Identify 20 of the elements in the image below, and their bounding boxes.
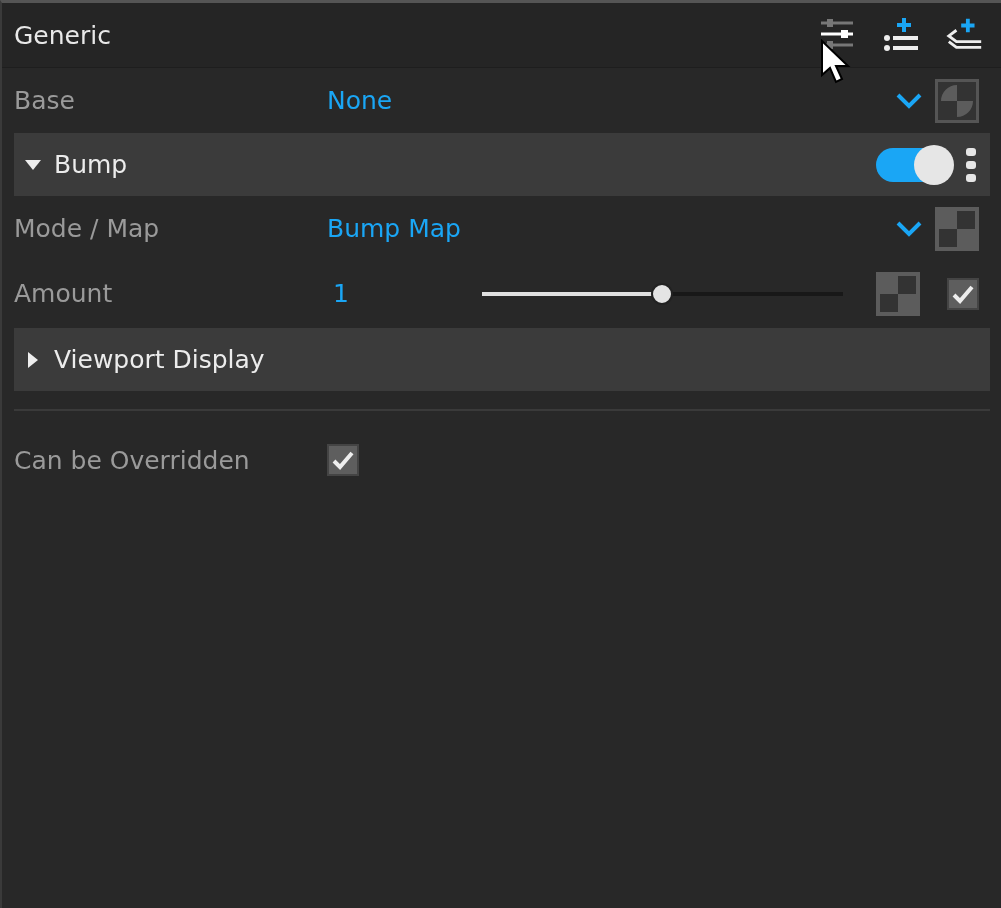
- chevron-down-icon[interactable]: [895, 91, 923, 110]
- panel-title: Generic: [14, 20, 112, 50]
- more-icon[interactable]: [966, 147, 976, 182]
- dropdown-value[interactable]: Bump Map: [327, 214, 895, 243]
- slider-thumb[interactable]: [651, 282, 674, 305]
- dropdown-value[interactable]: None: [327, 86, 895, 115]
- property-label: Can be Overridden: [14, 445, 251, 475]
- section-title: Viewport Display: [54, 345, 266, 374]
- property-label: Mode / Map: [14, 214, 161, 243]
- mouse-cursor-icon: [820, 39, 852, 85]
- toggle-switch[interactable]: [876, 147, 952, 182]
- section-header[interactable]: Viewport Display: [14, 328, 990, 391]
- checkbox[interactable]: [947, 277, 979, 310]
- checkbox[interactable]: [327, 444, 359, 476]
- property-label: Amount: [14, 279, 114, 308]
- chevron-down-icon[interactable]: [895, 219, 923, 238]
- section-title: Bump: [54, 150, 129, 179]
- amount-value[interactable]: 1: [327, 279, 471, 308]
- property-label: Base: [14, 86, 76, 115]
- section-header[interactable]: Bump: [14, 133, 990, 196]
